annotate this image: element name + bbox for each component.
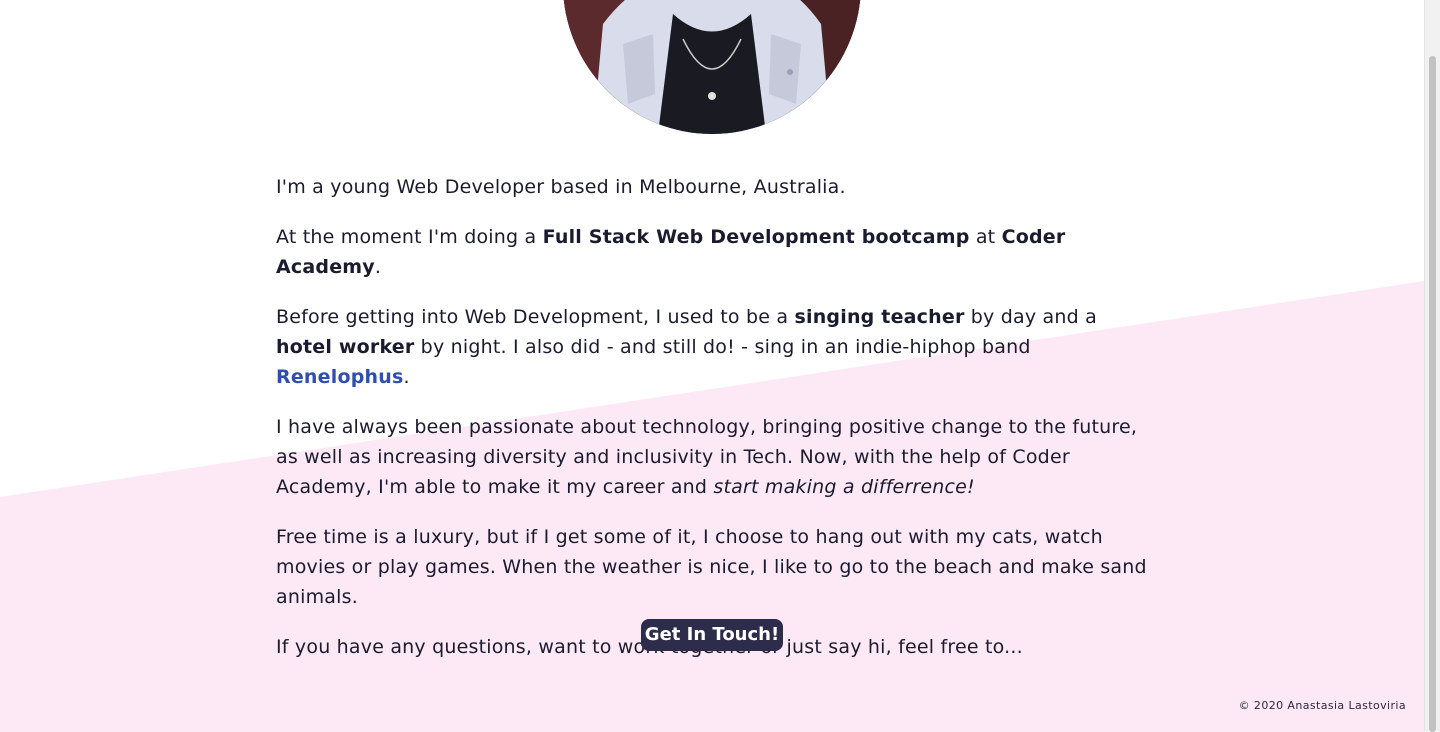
free-time-paragraph: Free time is a luxury, but if I get some… xyxy=(276,526,1147,608)
about-text: I'm a young Web Developer based in Melbo… xyxy=(276,172,1156,682)
get-in-touch-button[interactable]: Get In Touch! xyxy=(641,619,783,651)
intro-paragraph: I'm a young Web Developer based in Melbo… xyxy=(276,176,846,198)
hotel-worker-text: hotel worker xyxy=(276,336,415,358)
singing-teacher-text: singing teacher xyxy=(794,306,965,328)
background-paragraph: Before getting into Web Development, I u… xyxy=(276,306,1097,388)
footer-copyright: © 2020 Anastasia Lastoviria xyxy=(1238,699,1406,712)
scrollbar-thumb[interactable] xyxy=(1429,56,1436,732)
emphasis-text: start making a differrence! xyxy=(713,476,975,498)
passion-paragraph: I have always been passionate about tech… xyxy=(276,416,1138,498)
bootcamp-name: Full Stack Web Development bootcamp xyxy=(542,226,970,248)
about-page: I'm a young Web Developer based in Melbo… xyxy=(0,0,1440,732)
vertical-scrollbar[interactable] xyxy=(1424,0,1440,732)
band-link[interactable]: Renelophus xyxy=(276,366,403,388)
bootcamp-paragraph: At the moment I'm doing a Full Stack Web… xyxy=(276,226,1066,278)
